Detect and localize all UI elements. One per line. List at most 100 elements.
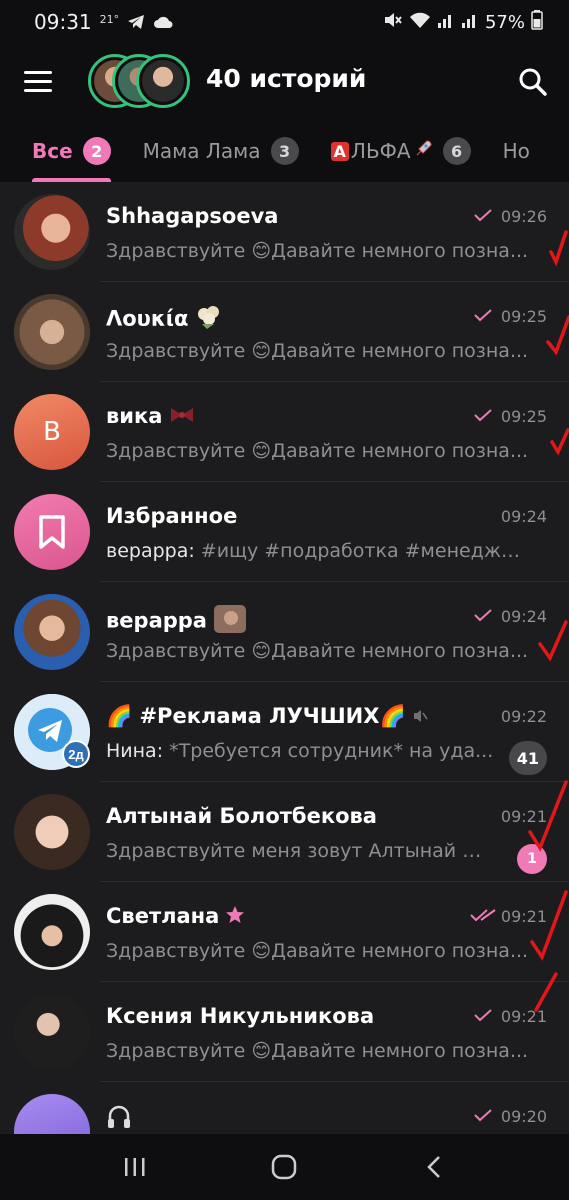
chat-time: 09:21: [500, 907, 547, 926]
recent-apps-button[interactable]: [115, 1147, 155, 1187]
avatar: [14, 1094, 90, 1134]
tab-alfa[interactable]: А ЛЬФА 6: [330, 120, 471, 182]
sent-check-icon: [474, 309, 492, 322]
mute-icon: [383, 11, 403, 33]
system-nav-bar: [0, 1134, 569, 1200]
chat-time: 09:24: [500, 607, 547, 626]
avatar: [14, 594, 90, 670]
chat-time: 09:25: [500, 307, 547, 326]
avatar-letter: В: [43, 417, 61, 447]
chat-preview: Здравствуйте 😊Давайте немного позна...: [106, 1040, 529, 1062]
wifi-icon: [409, 11, 431, 33]
chat-preview: Здравствуйте меня зовут Алтынай я...: [106, 840, 491, 862]
chat-time: 09:26: [500, 207, 547, 226]
muted-icon: [412, 705, 428, 729]
chat-name: Избранное: [106, 504, 238, 528]
tab-label: Но: [502, 139, 530, 163]
app-header: 40 историй: [0, 44, 569, 120]
home-button[interactable]: [264, 1147, 304, 1187]
tab-label: Все: [32, 139, 73, 163]
letter-a-emoji: А: [330, 141, 349, 161]
tab-badge: 3: [270, 137, 299, 165]
chat-name: 🌈 #Реклама ЛУЧШИХ🌈: [106, 704, 428, 729]
tab-label: Мама Лама: [142, 139, 261, 163]
chat-list: Shhagapsoeva 09:26 Здравствуйте 😊Давайте…: [0, 182, 569, 1134]
stories-preview[interactable]: [88, 54, 190, 108]
search-button[interactable]: [517, 66, 549, 98]
tab-badge: 2: [82, 137, 111, 165]
sent-check-icon: [474, 209, 492, 222]
chat-name: вика: [106, 404, 196, 430]
tab-all[interactable]: Все 2: [32, 120, 111, 182]
status-bar: 09:31 21° 57%: [0, 0, 569, 44]
telegram-logo-icon: 2д: [14, 694, 90, 770]
back-button[interactable]: [414, 1147, 454, 1187]
preview-sender: верарра:: [106, 540, 195, 562]
menu-button[interactable]: [24, 66, 54, 96]
chat-preview: Здравствуйте 😊Давайте немного позна...: [106, 440, 529, 462]
chat-time: 09:25: [500, 407, 547, 426]
cloud-icon: [153, 15, 173, 29]
photo-sticker-icon: [213, 604, 247, 639]
avatar: [14, 194, 90, 270]
chat-time: 09:24: [500, 507, 547, 526]
tab-more[interactable]: Но: [503, 120, 530, 182]
chat-name: Светлана: [106, 904, 245, 930]
tab-badge: 6: [442, 137, 471, 165]
page-title: 40 историй: [206, 64, 367, 93]
chat-row[interactable]: Избранное 09:24 верарра: #ищу #подработк…: [0, 482, 569, 582]
signal-icon: [437, 11, 455, 33]
status-temperature: 21°: [99, 12, 120, 26]
avatar: [14, 494, 90, 570]
flower-icon: [194, 304, 224, 335]
tab-label: ЛЬФА: [350, 139, 411, 163]
chat-name: верарра: [106, 604, 247, 639]
status-time: 09:31: [34, 10, 92, 34]
tab-mama-lama[interactable]: Мама Лама 3: [143, 120, 299, 182]
sent-check-icon: [474, 1009, 492, 1022]
search-icon: [519, 68, 547, 96]
chat-row[interactable]: Алтынай Болотбекова 09:21 Здравствуйте м…: [0, 782, 569, 882]
home-icon: [272, 1154, 297, 1180]
avatar: 2д: [14, 694, 90, 770]
chat-row[interactable]: верарра 09:24 Здравствуйте 😊Давайте немн…: [0, 582, 569, 682]
unread-counter: 1: [517, 844, 547, 874]
avatar: [14, 894, 90, 970]
preview-sender: Нина:: [106, 740, 164, 762]
avatar: [14, 294, 90, 370]
chat-name: Ксения Никульникова: [106, 1004, 375, 1028]
chat-time: 09:20: [500, 1107, 547, 1126]
chat-preview: верарра: #ищу #подработка #менеджер...: [106, 540, 531, 562]
menu-icon: [24, 70, 52, 74]
bookmark-icon: [39, 515, 65, 549]
chat-time: 09:22: [500, 707, 547, 726]
back-icon: [427, 1156, 441, 1178]
chat-preview: Нина: *Требуется сотрудник* на уда...: [106, 740, 494, 762]
star-icon: [225, 905, 245, 930]
chat-name: Алтынай Болотбекова: [106, 804, 377, 828]
rocket-icon: [413, 139, 433, 164]
chat-row[interactable]: Ксения Никульникова 09:21 Здравствуйте 😊…: [0, 982, 569, 1082]
chat-row[interactable]: Светлана 09:21 Здравствуйте 😊Давайте нем…: [0, 882, 569, 982]
unread-counter: 41: [508, 741, 547, 775]
avatar-badge: 2д: [68, 747, 84, 762]
chat-row[interactable]: В вика 09:25 Здравствуйте 😊Давайте немно…: [0, 382, 569, 482]
chat-preview: Здравствуйте 😊Давайте немного позна...: [106, 940, 529, 962]
avatar: В: [14, 394, 90, 470]
battery-percent: 57%: [484, 11, 525, 33]
chat-time: 09:21: [500, 807, 547, 826]
chat-time: 09:21: [500, 1007, 547, 1026]
bow-icon: [168, 405, 196, 430]
chat-name: [106, 1104, 132, 1134]
read-check-icon: [470, 909, 496, 922]
chat-preview: Здравствуйте 😊Давайте немного позна...: [106, 340, 529, 362]
headphones-icon: [106, 1105, 132, 1134]
chat-row[interactable]: 09:20: [0, 1082, 569, 1134]
telegram-icon: [127, 14, 145, 30]
chat-row[interactable]: 2д 🌈 #Реклама ЛУЧШИХ🌈 09:22 Нина: *Требу…: [0, 682, 569, 782]
folder-tabs: Все 2 Мама Лама 3 А ЛЬФА 6 Но: [0, 120, 569, 182]
chat-preview: Здравствуйте 😊Давайте немного позна...: [106, 240, 529, 262]
chat-row[interactable]: Λουκία 09:25 Здравствуйте 😊Давайте немно…: [0, 282, 569, 382]
chat-name: Shhagapsoeva: [106, 204, 279, 228]
chat-row[interactable]: Shhagapsoeva 09:26 Здравствуйте 😊Давайте…: [0, 182, 569, 282]
